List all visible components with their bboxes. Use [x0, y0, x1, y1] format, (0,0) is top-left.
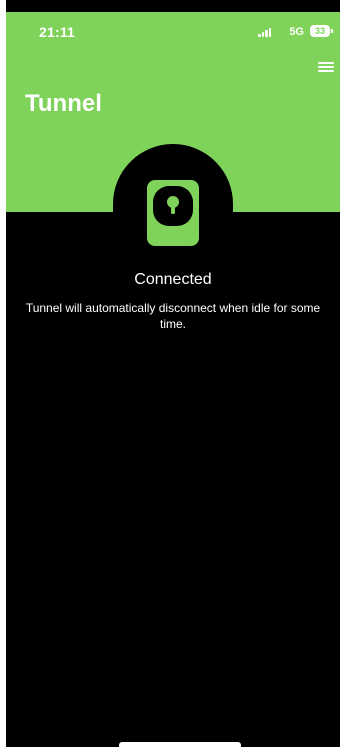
lock-icon	[147, 180, 199, 246]
menu-button[interactable]	[318, 60, 334, 74]
menu-icon-line	[318, 62, 334, 64]
page-title: Tunnel	[25, 90, 102, 117]
connection-status: Connected	[134, 271, 212, 288]
signal-icon	[258, 27, 272, 37]
app-screen: 21:11 5G 33 Tunnel Connected Tunnel will…	[0, 0, 346, 747]
status-time: 21:11	[39, 24, 76, 40]
screen-border-right	[340, 0, 346, 747]
network-type: 5G	[289, 26, 304, 38]
menu-icon-line	[318, 66, 334, 68]
screen-border-left	[0, 0, 6, 747]
status-bar: 21:11 5G 33	[0, 12, 346, 54]
connection-message: Tunnel will automatically disconnect whe…	[25, 301, 321, 331]
home-indicator[interactable]	[119, 742, 241, 747]
battery-icon: 33	[310, 25, 333, 37]
menu-icon-line	[318, 70, 334, 72]
